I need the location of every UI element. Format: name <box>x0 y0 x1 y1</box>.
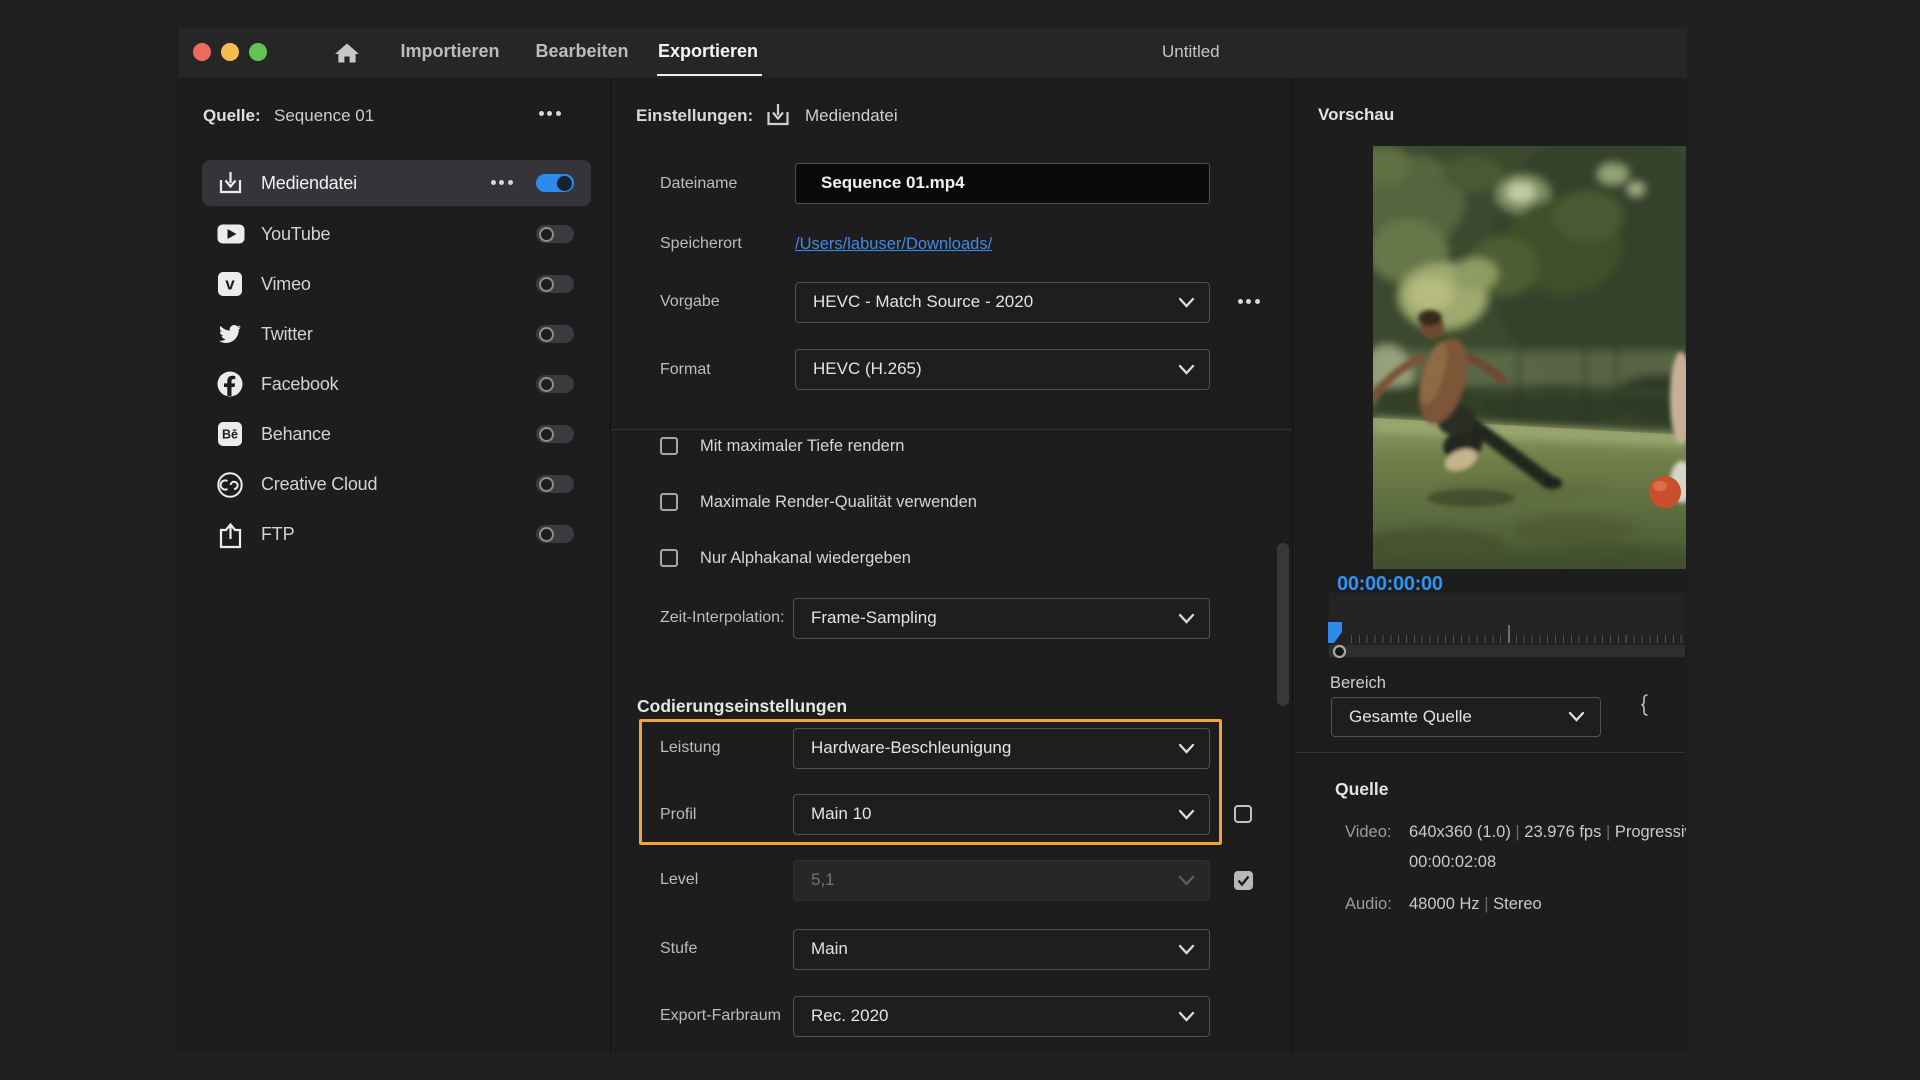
svg-text:Bē: Bē <box>222 428 238 442</box>
svg-text:v: v <box>225 275 235 294</box>
